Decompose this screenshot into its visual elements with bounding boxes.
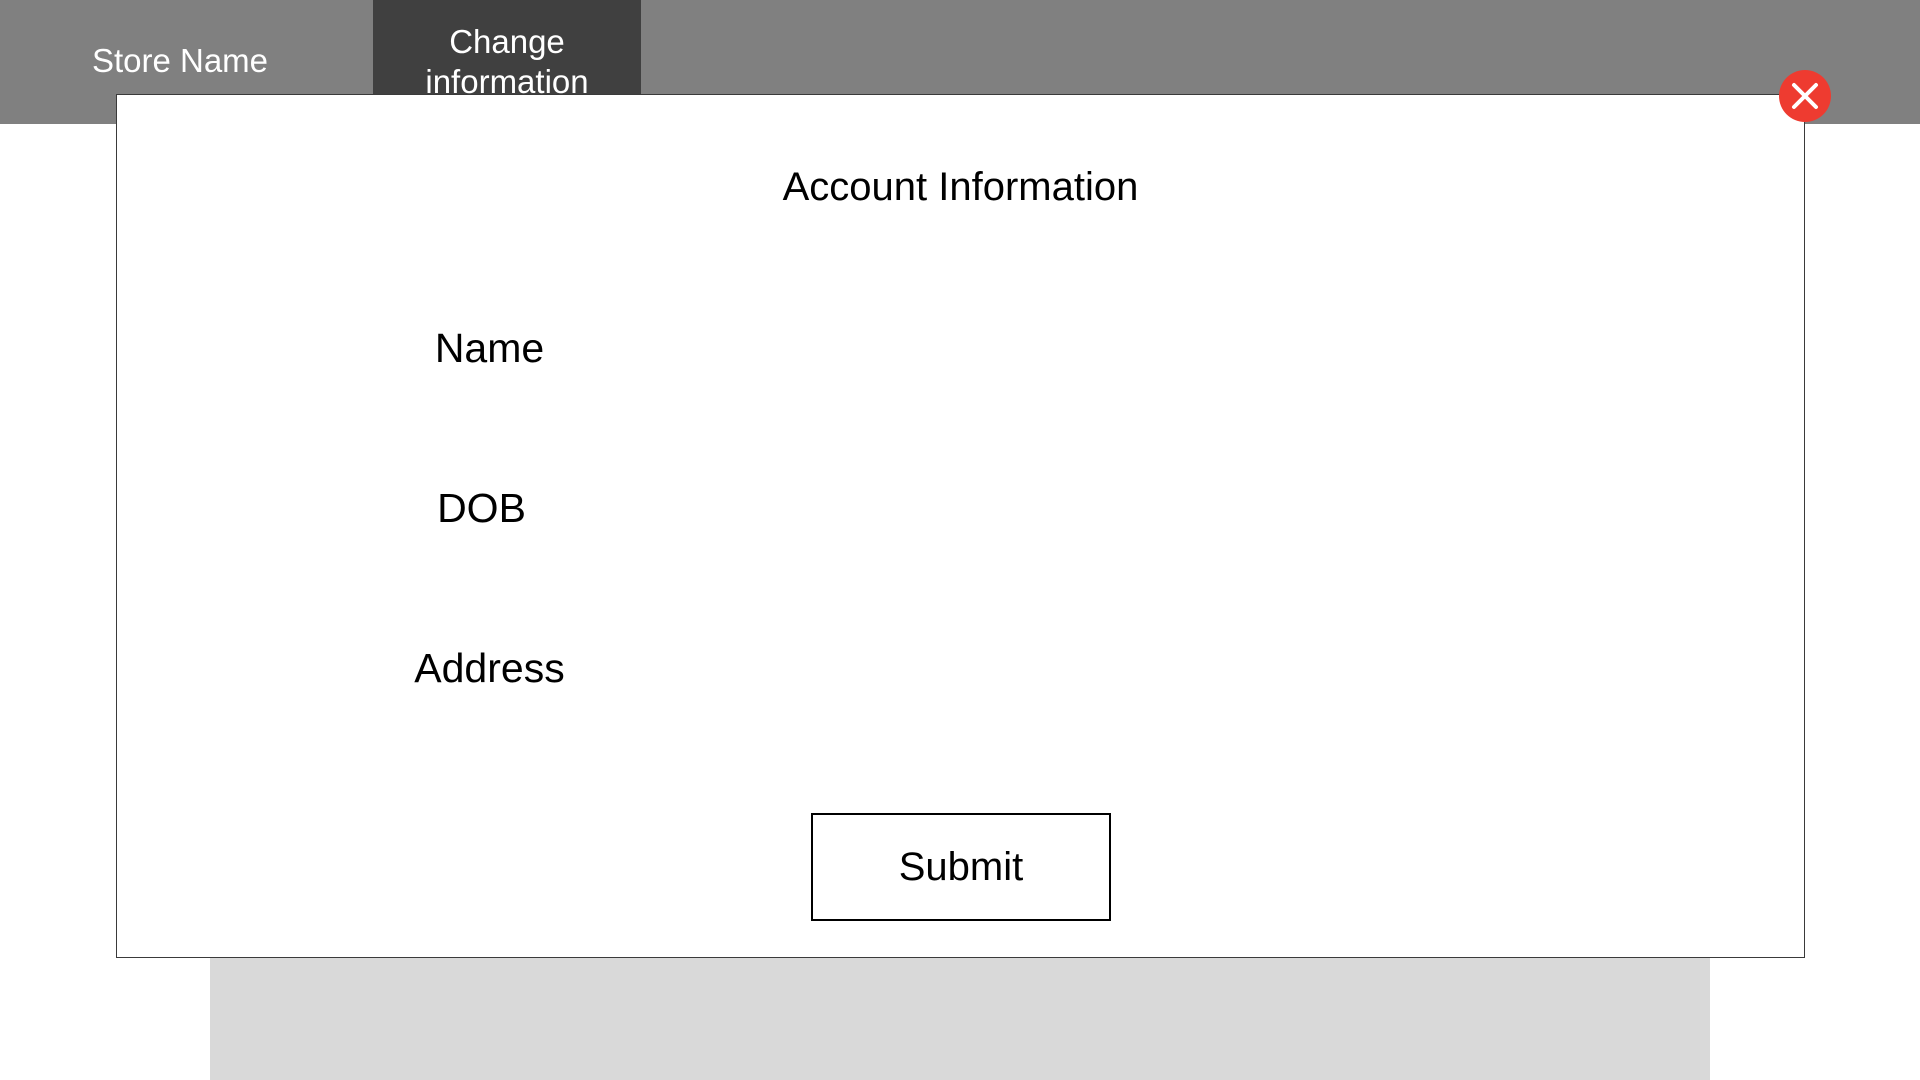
close-icon [1792,83,1818,109]
address-label: Address [414,645,565,691]
dob-field[interactable] [717,483,1617,543]
close-modal-button[interactable] [1779,70,1831,122]
submit-button[interactable]: Submit [811,813,1111,921]
modal-title: Account Information [782,165,1139,209]
name-label: Name [434,325,545,371]
account-information-modal: Account Information Name DOB Address Sub… [116,94,1805,958]
background-content-panel [210,958,1710,1080]
name-field[interactable] [717,323,1617,383]
dob-label: DOB [437,485,526,531]
address-field[interactable] [717,643,1617,703]
